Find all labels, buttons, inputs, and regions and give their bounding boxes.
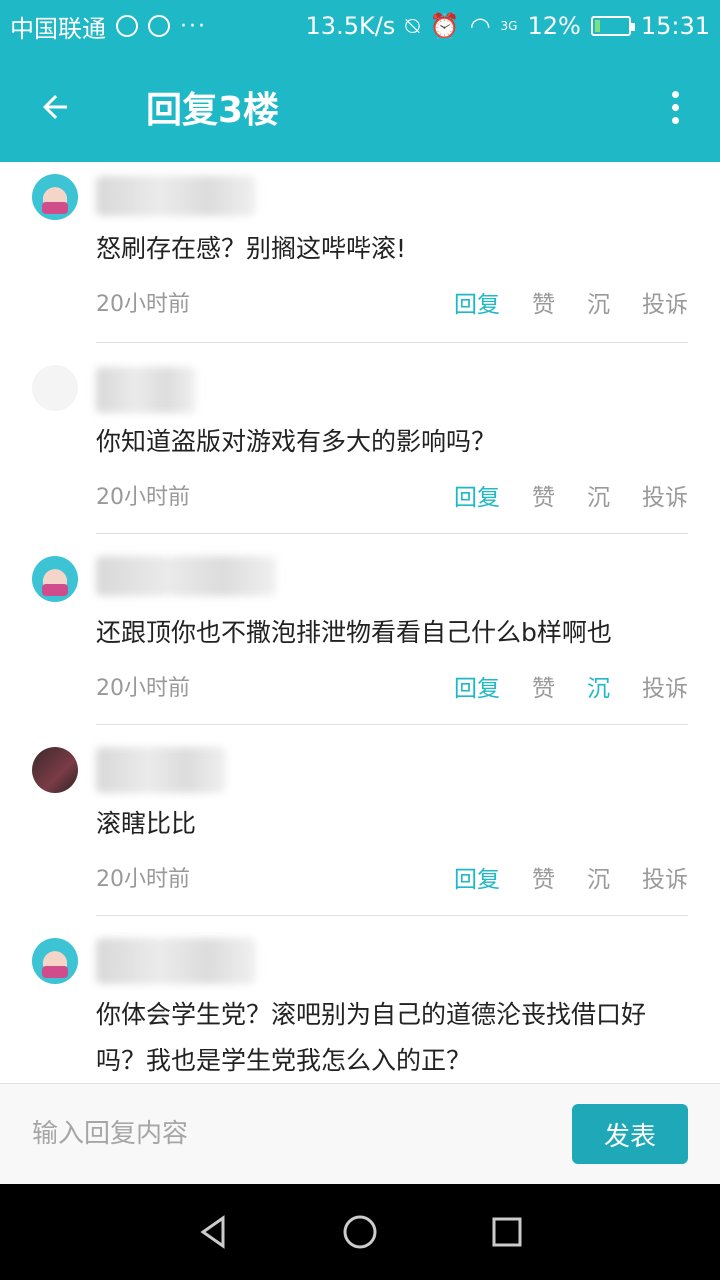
comment-time: 20小时前 bbox=[96, 292, 190, 317]
status-bar: 中国联通 ··· 13.5K/s ⍉ ⏰ ◠ 3G 12% 15:31 bbox=[0, 0, 720, 52]
alarm-icon: ⏰ bbox=[429, 12, 460, 40]
carrier-label: 中国联通 bbox=[10, 14, 106, 43]
back-button[interactable] bbox=[0, 52, 110, 162]
network-speed: 13.5K/s bbox=[305, 12, 396, 40]
username-blurred bbox=[96, 367, 196, 413]
report-button[interactable]: 投诉 bbox=[642, 669, 688, 703]
comment-meta: 20小时前 回复 赞 沉 投诉 bbox=[96, 857, 688, 897]
notification-icon bbox=[116, 15, 138, 37]
reply-input-bar: 发表 bbox=[0, 1083, 720, 1184]
back-triangle-icon[interactable] bbox=[193, 1212, 233, 1252]
sink-button[interactable]: 沉 bbox=[587, 285, 610, 319]
comment-meta: 20小时前 回复 赞 沉 投诉 bbox=[96, 282, 688, 322]
list-item: 滚瞎比比 20小时前 回复 赞 沉 投诉 bbox=[0, 725, 720, 916]
list-item: 还跟顶你也不撒泡排泄物看看自己什么b样啊也 20小时前 回复 赞 沉 投诉 bbox=[0, 534, 720, 725]
more-options-button[interactable] bbox=[630, 52, 720, 162]
arrow-left-icon bbox=[43, 95, 67, 119]
app-bar: 回复3楼 bbox=[0, 52, 720, 162]
comment-time: 20小时前 bbox=[96, 676, 190, 701]
sink-button[interactable]: 沉 bbox=[587, 478, 610, 512]
comment-actions: 回复 赞 沉 投诉 bbox=[422, 860, 688, 894]
username-blurred bbox=[96, 747, 226, 793]
avatar[interactable] bbox=[32, 556, 78, 602]
reply-button[interactable]: 回复 bbox=[454, 285, 500, 319]
list-item: 你知道盗版对游戏有多大的影响吗？ 20小时前 回复 赞 沉 投诉 bbox=[0, 343, 720, 534]
mute-icon: ⍉ bbox=[405, 12, 420, 40]
like-button[interactable]: 赞 bbox=[532, 860, 555, 894]
avatar[interactable] bbox=[32, 938, 78, 984]
comment-time: 20小时前 bbox=[96, 867, 190, 892]
list-item: 你体会学生党？滚吧别为自己的道德沦丧找借口好吗？我也是学生党我怎么入的正？ bbox=[0, 916, 720, 1083]
avatar[interactable] bbox=[32, 174, 78, 220]
comment-time: 20小时前 bbox=[96, 485, 190, 510]
network-type: 3G bbox=[500, 19, 518, 33]
reply-button[interactable]: 回复 bbox=[454, 478, 500, 512]
recents-square-icon[interactable] bbox=[487, 1212, 527, 1252]
reply-button[interactable]: 回复 bbox=[454, 669, 500, 703]
sink-button[interactable]: 沉 bbox=[587, 860, 610, 894]
comment-meta: 20小时前 回复 赞 沉 投诉 bbox=[96, 666, 688, 706]
more-notifications-icon: ··· bbox=[180, 13, 207, 39]
send-button[interactable]: 发表 bbox=[572, 1104, 688, 1164]
reply-list[interactable]: 怒刷存在感？别搁这哔哔滚! 20小时前 回复 赞 沉 投诉 你知道盗版对游戏有多… bbox=[0, 162, 720, 1083]
username-blurred bbox=[96, 176, 256, 216]
system-nav-bar bbox=[0, 1184, 720, 1280]
like-button[interactable]: 赞 bbox=[532, 285, 555, 319]
home-circle-icon[interactable] bbox=[340, 1212, 380, 1252]
report-button[interactable]: 投诉 bbox=[642, 478, 688, 512]
report-button[interactable]: 投诉 bbox=[642, 285, 688, 319]
comment-meta: 20小时前 回复 赞 沉 投诉 bbox=[96, 475, 688, 515]
more-vert-icon bbox=[671, 90, 679, 98]
comment-actions: 回复 赞 沉 投诉 bbox=[422, 478, 688, 512]
reply-input[interactable] bbox=[32, 1119, 572, 1149]
battery-icon bbox=[590, 16, 635, 36]
comment-actions: 回复 赞 沉 投诉 bbox=[422, 285, 688, 319]
page-title: 回复3楼 bbox=[146, 90, 280, 131]
comment-actions: 回复 赞 沉 投诉 bbox=[422, 669, 688, 703]
username-blurred bbox=[96, 556, 276, 596]
add-circle-icon bbox=[148, 15, 170, 37]
wifi-icon: ◠ bbox=[469, 12, 491, 40]
report-button[interactable]: 投诉 bbox=[642, 860, 688, 894]
clock: 15:31 bbox=[640, 12, 710, 40]
like-button[interactable]: 赞 bbox=[532, 669, 555, 703]
list-item: 怒刷存在感？别搁这哔哔滚! 20小时前 回复 赞 沉 投诉 bbox=[0, 162, 720, 343]
reply-button[interactable]: 回复 bbox=[454, 860, 500, 894]
username-blurred bbox=[96, 938, 256, 984]
like-button[interactable]: 赞 bbox=[532, 478, 555, 512]
avatar[interactable] bbox=[32, 747, 78, 793]
sink-button[interactable]: 沉 bbox=[587, 669, 610, 703]
battery-percent: 12% bbox=[527, 12, 581, 40]
avatar[interactable] bbox=[32, 365, 78, 411]
